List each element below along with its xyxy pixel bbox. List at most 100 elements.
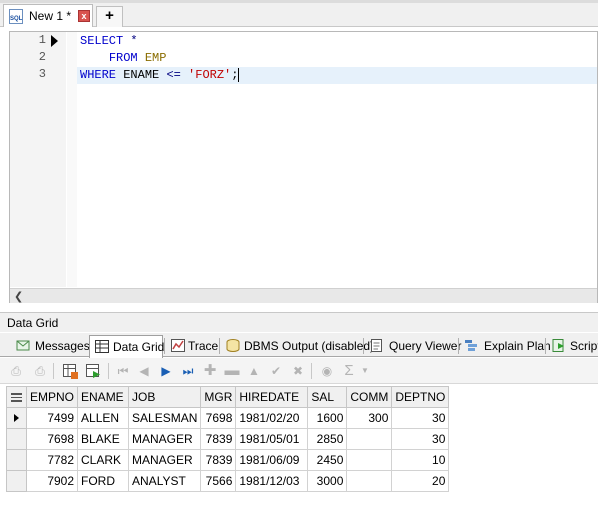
code-line-3[interactable]: WHERE ENAME <= 'FORZ'; [80, 67, 240, 84]
line-number: 1 [38, 33, 46, 47]
grid-header-row: EMPNO ENAME JOB MGR HIREDATE SAL COMM DE… [6, 386, 450, 408]
script-icon [552, 339, 564, 352]
tab-script[interactable]: Script [547, 335, 598, 357]
tab-trace[interactable]: Trace [166, 335, 218, 357]
cell-sal[interactable]: 3000 [307, 470, 348, 492]
horizontal-scrollbar[interactable]: ❮ [10, 288, 597, 303]
cell-mgr[interactable]: 7566 [200, 470, 237, 492]
previous-record-icon[interactable]: ◀ [135, 362, 153, 380]
column-header-hiredate[interactable]: HIREDATE [235, 386, 309, 408]
table-row[interactable]: 7782 CLARK MANAGER 7839 1981/06/09 2450 … [6, 449, 450, 471]
cell-deptno[interactable]: 30 [391, 428, 450, 450]
code-fold-margin [67, 32, 77, 287]
cell-comm[interactable] [346, 470, 393, 492]
table-row[interactable]: 7499 ALLEN SALESMAN 7698 1981/02/20 1600… [6, 407, 450, 429]
cell-empno[interactable]: 7902 [25, 470, 79, 492]
messages-icon [16, 340, 30, 351]
edit-record-icon[interactable]: ▲ [245, 362, 263, 380]
tab-label: Data Grid [113, 340, 165, 354]
column-selector-icon[interactable] [6, 386, 27, 408]
document-tab-strip: SQL New 1 * x + [0, 0, 598, 27]
cell-job[interactable]: ANALYST [128, 470, 202, 492]
operator: <= [166, 68, 181, 82]
cell-job[interactable]: SALESMAN [128, 407, 202, 429]
column-header-deptno[interactable]: DEPTNO [391, 386, 450, 408]
insert-record-icon[interactable]: ✚ [201, 362, 219, 380]
cell-ename[interactable]: FORD [77, 470, 130, 492]
cell-comm[interactable]: 300 [346, 407, 393, 429]
row-indicator[interactable] [6, 407, 27, 429]
cell-mgr[interactable]: 7839 [200, 428, 237, 450]
code-line-1[interactable]: SELECT * [80, 33, 138, 50]
row-indicator[interactable] [6, 470, 27, 492]
print-icon[interactable]: ⎙ [7, 362, 25, 380]
dropdown-arrow-icon[interactable]: ▼ [356, 362, 374, 380]
cancel-edit-icon[interactable]: ✖ [289, 362, 307, 380]
cell-job[interactable]: MANAGER [128, 449, 202, 471]
cell-empno[interactable]: 7499 [25, 407, 79, 429]
cell-ename[interactable]: CLARK [77, 449, 130, 471]
last-record-icon[interactable]: ⏭ [179, 362, 197, 380]
tab-explain-plan[interactable]: Explain Plan [460, 335, 551, 357]
table-row[interactable]: 7698 BLAKE MANAGER 7839 1981/05/01 2850 … [6, 428, 450, 450]
tab-separator [458, 338, 459, 354]
cell-hiredate[interactable]: 1981/12/03 [235, 470, 309, 492]
tab-messages[interactable]: Messages [12, 335, 90, 357]
cell-sal[interactable]: 1600 [307, 407, 348, 429]
column-header-empno[interactable]: EMPNO [25, 386, 79, 408]
row-indicator[interactable] [6, 449, 27, 471]
next-record-icon[interactable]: ▶ [157, 362, 175, 380]
new-tab-button[interactable]: + [96, 6, 123, 27]
column-header-comm[interactable]: COMM [346, 386, 393, 408]
data-grid[interactable]: EMPNO ENAME JOB MGR HIREDATE SAL COMM DE… [6, 386, 450, 492]
column-name: ENAME [116, 68, 167, 82]
code-line-2[interactable]: FROM EMP [80, 50, 167, 67]
cell-ename[interactable]: ALLEN [77, 407, 130, 429]
column-header-mgr[interactable]: MGR [200, 386, 237, 408]
close-tab-icon[interactable]: x [78, 10, 90, 22]
cell-comm[interactable] [346, 449, 393, 471]
line-number: 3 [38, 67, 46, 81]
sql-editor[interactable]: 1 2 3 SELECT * FROM EMP WHERE ENAME <= '… [9, 31, 598, 303]
grid-settings-icon[interactable] [61, 362, 79, 380]
table-row[interactable]: 7902 FORD ANALYST 7566 1981/12/03 3000 2… [6, 470, 450, 492]
cell-hiredate[interactable]: 1981/02/20 [235, 407, 309, 429]
filter-icon[interactable]: ◉ [318, 362, 336, 380]
cell-empno[interactable]: 7782 [25, 449, 79, 471]
tab-dbms-output[interactable]: DBMS Output (disabled) [221, 335, 374, 357]
cell-sal[interactable]: 2850 [307, 428, 348, 450]
line-number: 2 [38, 50, 46, 64]
cell-hiredate[interactable]: 1981/06/09 [235, 449, 309, 471]
semicolon: ; [231, 68, 239, 82]
cell-sal[interactable]: 2450 [307, 449, 348, 471]
cell-empno[interactable]: 7698 [25, 428, 79, 450]
tab-query-viewer[interactable]: Query Viewer [365, 335, 461, 357]
cell-ename[interactable]: BLAKE [77, 428, 130, 450]
tab-label: Trace [188, 339, 219, 353]
cell-mgr[interactable]: 7698 [200, 407, 237, 429]
cell-hiredate[interactable]: 1981/05/01 [235, 428, 309, 450]
tab-label: Query Viewer [389, 339, 462, 353]
refresh-grid-icon[interactable] [84, 362, 102, 380]
toolbar-separator [108, 363, 109, 379]
tab-data-grid[interactable]: Data Grid [89, 335, 165, 358]
column-header-job[interactable]: JOB [128, 386, 202, 408]
column-header-ename[interactable]: ENAME [77, 386, 130, 408]
post-edit-icon[interactable]: ✔ [267, 362, 285, 380]
cell-comm[interactable] [346, 428, 393, 450]
cell-deptno[interactable]: 20 [391, 470, 450, 492]
cell-deptno[interactable]: 30 [391, 407, 450, 429]
delete-record-icon[interactable]: ▬ [223, 362, 241, 380]
cell-deptno[interactable]: 10 [391, 449, 450, 471]
row-indicator[interactable] [6, 428, 27, 450]
column-header-sal[interactable]: SAL [307, 386, 348, 408]
cell-mgr[interactable]: 7839 [200, 449, 237, 471]
table-name: EMP [144, 51, 167, 65]
scroll-left-icon[interactable]: ❮ [14, 290, 23, 303]
cell-job[interactable]: MANAGER [128, 428, 202, 450]
tab-separator [164, 338, 165, 354]
first-record-icon[interactable]: ⏮ [114, 362, 132, 380]
panel-title-bar: Data Grid [0, 312, 598, 332]
tab-new-1[interactable]: SQL New 1 * x [3, 4, 93, 27]
export-icon[interactable]: ⎙ [31, 362, 49, 380]
